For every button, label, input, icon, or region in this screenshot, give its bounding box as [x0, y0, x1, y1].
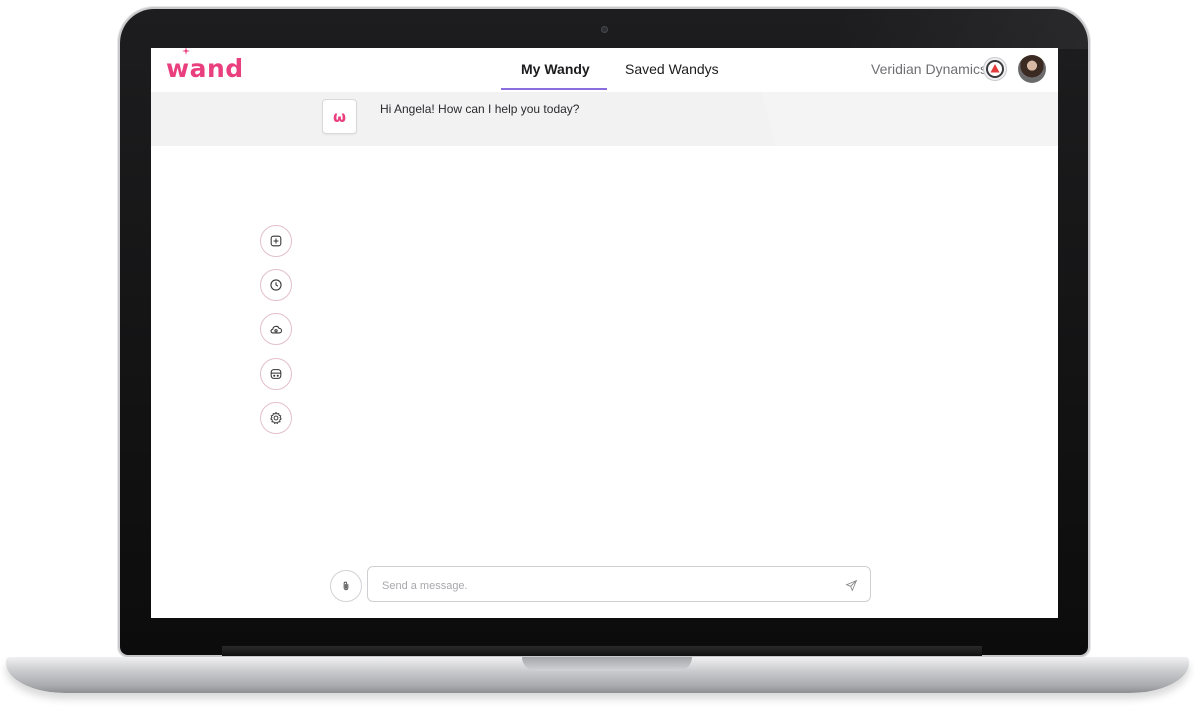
organization-badge[interactable]: [983, 57, 1007, 81]
cloud-button[interactable]: [260, 313, 292, 345]
app-screen: wand My Wandy Saved Wandys Veridian Dyna…: [151, 48, 1058, 618]
message-composer: [367, 566, 871, 602]
new-chat-icon: [270, 235, 282, 247]
logo-text: wand: [166, 54, 244, 83]
bot-button[interactable]: [260, 358, 292, 390]
tab-saved-wandys[interactable]: Saved Wandys: [625, 61, 719, 77]
paperclip-icon: [343, 581, 349, 591]
webcam: [601, 26, 608, 33]
history-button[interactable]: [260, 269, 292, 301]
bezel-bottom: [222, 646, 982, 656]
organization-name[interactable]: Veridian Dynamics: [871, 61, 987, 77]
greeting-strip-shade: [761, 92, 1058, 146]
cloud-icon: [270, 325, 283, 334]
attach-button[interactable]: [330, 570, 362, 602]
lid-glare: [840, 9, 1088, 49]
sparkle-icon: [182, 48, 190, 55]
laptop-base: [6, 657, 1189, 693]
bot-avatar: ω: [322, 99, 357, 134]
send-button[interactable]: [842, 576, 860, 594]
settings-button[interactable]: [260, 402, 292, 434]
top-bar: wand My Wandy Saved Wandys Veridian Dyna…: [151, 48, 1058, 93]
new-chat-button[interactable]: [260, 225, 292, 257]
bot-greeting-message: Hi Angela! How can I help you today?: [380, 102, 580, 116]
settings-icon: [270, 411, 282, 425]
wand-logo[interactable]: wand: [166, 48, 244, 84]
tab-my-wandy[interactable]: My Wandy: [521, 61, 590, 77]
send-icon: [844, 579, 857, 592]
message-input[interactable]: [380, 575, 824, 597]
history-icon: [270, 279, 282, 291]
org-logo-icon: [986, 60, 1004, 78]
active-tab-indicator: [501, 88, 607, 90]
user-avatar[interactable]: [1018, 55, 1046, 83]
greeting-strip: ω Hi Angela! How can I help you today?: [151, 92, 1058, 146]
base-notch: [522, 657, 692, 671]
bot-icon: [270, 369, 282, 379]
